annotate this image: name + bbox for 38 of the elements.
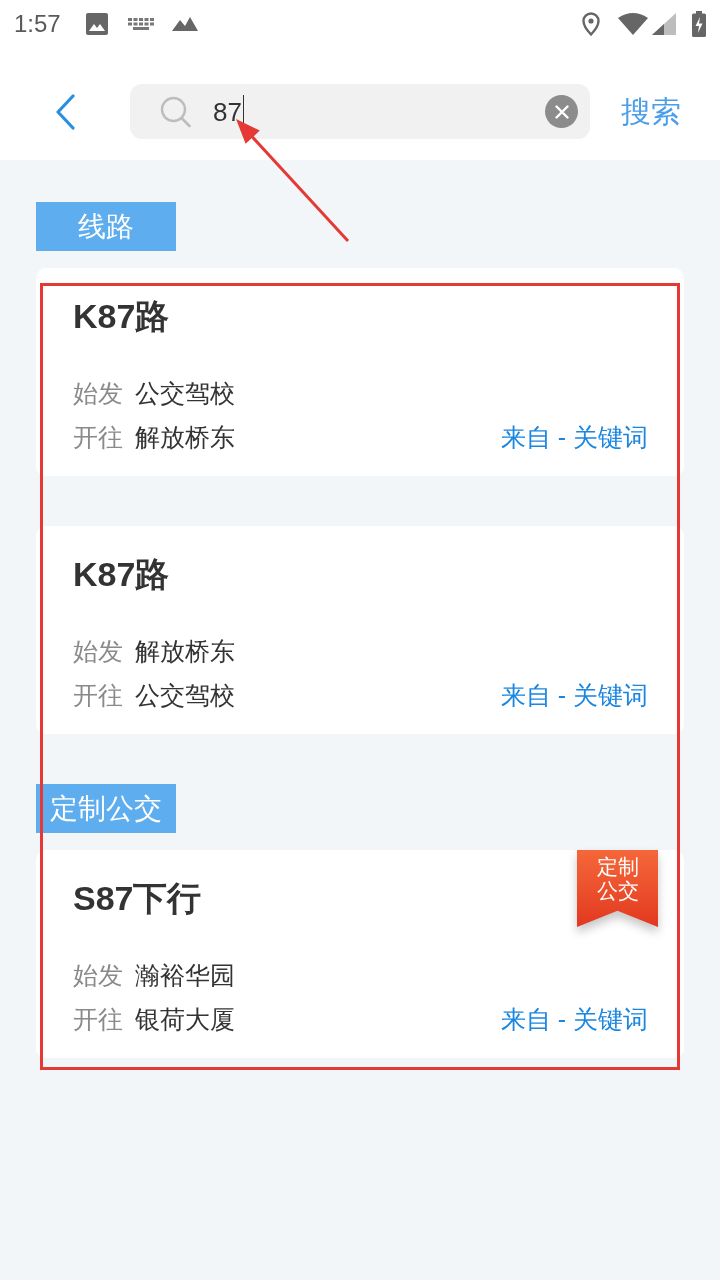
image-icon	[85, 13, 108, 35]
source-link[interactable]: 来自 - 关键词	[500, 682, 648, 708]
search-icon	[160, 95, 191, 128]
status-time: 1:57	[14, 12, 61, 36]
chevron-left-icon	[55, 93, 75, 130]
mountain-icon	[171, 17, 198, 31]
stop-name: 公交驾校	[135, 682, 235, 708]
stop-label: 始发	[73, 962, 123, 988]
route-name: K87路	[73, 554, 170, 594]
route-card[interactable]: S87下行 定制公交 始发 瀚裕华园 开往 银荷大厦 来自 - 关键词	[36, 850, 684, 1058]
location-pin-icon	[582, 12, 600, 36]
section-label: 线路	[36, 202, 176, 251]
route-name: K87路	[73, 296, 170, 336]
stop-name: 银荷大厦	[135, 1006, 235, 1032]
route-card[interactable]: K87路 始发 公交驾校 开往 解放桥东 来自 - 关键词	[36, 268, 684, 476]
close-icon	[554, 104, 569, 119]
stop-name: 解放桥东	[135, 424, 235, 450]
route-name: S87下行	[73, 878, 202, 918]
stop-label: 开往	[73, 1006, 123, 1032]
search-query: 87	[213, 98, 242, 125]
source-link[interactable]: 来自 - 关键词	[500, 424, 648, 450]
ribbon-badge: 定制公交	[577, 850, 658, 927]
battery-charging-icon	[692, 11, 706, 37]
section-label: 定制公交	[36, 784, 176, 833]
stop-name: 公交驾校	[135, 380, 235, 406]
keyboard-icon	[127, 18, 154, 30]
source-link[interactable]: 来自 - 关键词	[500, 1006, 648, 1032]
stop-label: 始发	[73, 380, 123, 406]
stop-label: 开往	[73, 424, 123, 450]
stop-label: 始发	[73, 638, 123, 664]
clear-button[interactable]	[545, 95, 578, 128]
stop-name: 解放桥东	[135, 638, 235, 664]
signal-icon	[652, 13, 676, 35]
stop-name: 瀚裕华园	[135, 962, 235, 988]
search-field[interactable]: 87	[130, 84, 590, 139]
route-card[interactable]: K87路 始发 解放桥东 开往 公交驾校 来自 - 关键词	[36, 526, 684, 734]
wifi-icon	[618, 13, 648, 35]
stop-label: 开往	[73, 682, 123, 708]
